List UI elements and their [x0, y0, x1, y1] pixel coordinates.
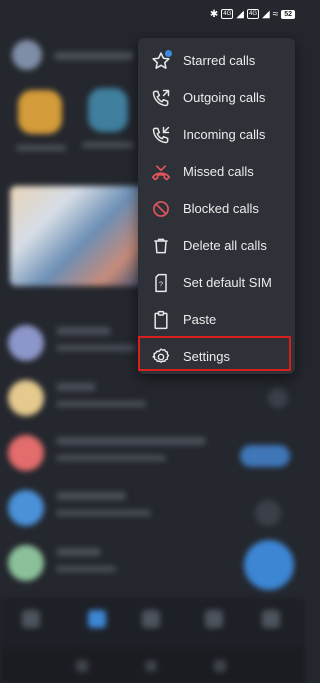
volte-icon: 4G	[221, 9, 234, 19]
menu-item-missed-calls[interactable]: Missed calls	[138, 153, 295, 190]
blocked-icon	[150, 198, 172, 220]
favorite-icon	[88, 88, 128, 132]
svg-text:?: ?	[159, 279, 163, 288]
signal-icon: ◢	[236, 8, 244, 20]
menu-item-blocked-calls[interactable]: Blocked calls	[138, 190, 295, 227]
contact-avatar	[8, 325, 44, 361]
menu-item-delete-all-calls[interactable]: Delete all calls	[138, 227, 295, 264]
menu-item-incoming-calls[interactable]: Incoming calls	[138, 116, 295, 153]
outgoing-call-icon	[150, 87, 172, 109]
star-icon	[150, 49, 172, 72]
favorite-icon	[18, 90, 62, 134]
profile-avatar	[12, 40, 42, 70]
menu-item-label: Delete all calls	[183, 238, 267, 253]
menu-item-set-default-sim[interactable]: ? Set default SIM	[138, 264, 295, 301]
clipboard-icon	[150, 309, 172, 331]
battery-icon: 52	[281, 9, 295, 19]
wifi-icon: ≈	[272, 8, 279, 20]
overflow-menu: Starred calls Outgoing calls Incoming ca…	[138, 38, 295, 374]
status-bar: ✱ 4G ◢ 4G ◢ ≈ 52	[0, 0, 305, 28]
signal-icon: ◢	[262, 8, 270, 20]
dialpad-fab	[244, 540, 294, 590]
contact-avatar	[8, 380, 44, 416]
missed-call-icon	[150, 161, 172, 183]
menu-item-label: Outgoing calls	[183, 90, 266, 105]
menu-item-label: Settings	[183, 349, 230, 364]
menu-item-label: Blocked calls	[183, 201, 259, 216]
menu-item-label: Missed calls	[183, 164, 254, 179]
volte-icon: 4G	[246, 9, 259, 19]
menu-item-settings[interactable]: Settings	[138, 338, 295, 375]
notification-dot	[165, 49, 172, 57]
menu-item-label: Incoming calls	[183, 127, 266, 142]
trash-icon	[150, 235, 172, 257]
menu-item-paste[interactable]: Paste	[138, 301, 295, 338]
incoming-call-icon	[150, 124, 172, 146]
system-navigation-bar	[0, 648, 305, 683]
menu-item-starred-calls[interactable]: Starred calls	[138, 42, 295, 79]
gear-icon	[150, 346, 172, 368]
menu-item-label: Paste	[183, 312, 217, 327]
menu-item-outgoing-calls[interactable]: Outgoing calls	[138, 79, 295, 116]
bluetooth-icon: ✱	[209, 8, 219, 20]
sim-question-icon: ?	[150, 272, 172, 294]
menu-item-label: Starred calls	[183, 53, 256, 68]
promo-banner	[10, 186, 145, 286]
bottom-navigation	[0, 598, 305, 648]
menu-item-label: Set default SIM	[183, 275, 272, 290]
contact-avatar	[8, 435, 44, 471]
contact-avatar	[8, 490, 44, 526]
contact-avatar	[8, 545, 44, 581]
